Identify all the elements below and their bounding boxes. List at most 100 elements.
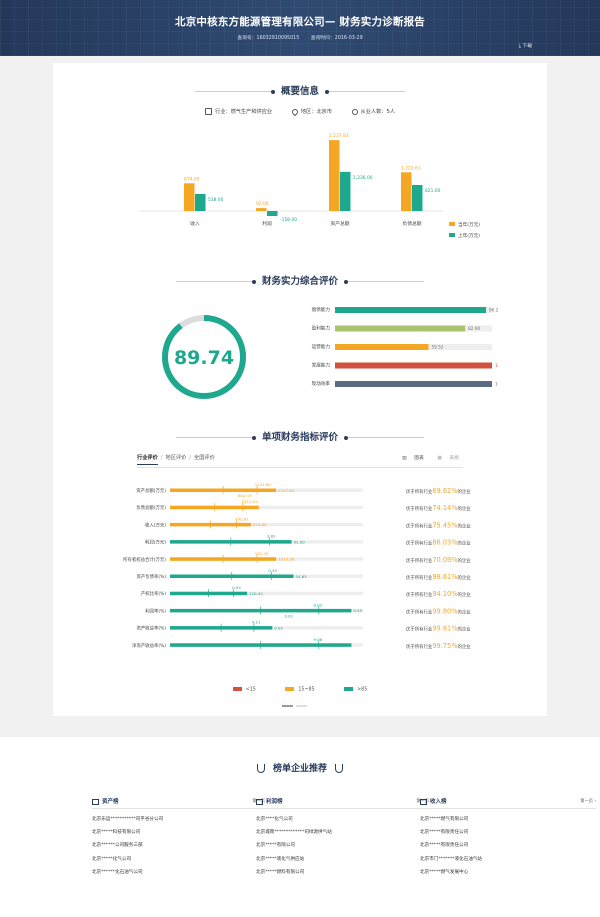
indicator-name: 利润(万元)	[145, 539, 166, 546]
indicator-value: 1222.61	[241, 499, 258, 504]
ability-label: 现动效率	[312, 380, 331, 387]
user-icon	[351, 108, 358, 115]
data-label: 821.00	[425, 188, 441, 194]
report-meta: 查询号：16032910095015 查询时间：2016-03-29	[0, 34, 600, 41]
tab-national[interactable]: 全国评价	[194, 455, 215, 461]
indicator-rank-text: 优于所有行业98.61%的企业	[406, 573, 471, 581]
indicator-value: 141.35	[255, 551, 269, 556]
score-title: 财务实力综合评价	[261, 276, 338, 287]
indicator-value: 2237.83	[278, 488, 295, 493]
category-label: 资产总额	[330, 220, 349, 227]
trophy-icon	[335, 764, 343, 773]
ability-label: 偿债能力	[312, 306, 331, 313]
indicator-rank-text: 优于所有行业69.62%的企业	[406, 487, 471, 495]
indicator-value: 9.45	[353, 608, 362, 613]
indicator-name: 资产总额(万元)	[136, 487, 166, 494]
indicator-value: 874.00	[253, 522, 267, 527]
region-item: 地区：北京市	[290, 107, 332, 116]
bar-this-year	[401, 172, 412, 211]
ranking-icon	[256, 798, 263, 805]
ability-bar	[335, 381, 492, 387]
list-item[interactable]: 北京******化石油气公司	[92, 866, 268, 879]
ability-bar	[335, 344, 429, 350]
table-icon: ▦	[437, 456, 444, 461]
list-item[interactable]: 北京*****燃料有限公司	[256, 866, 432, 879]
list-item[interactable]: 北京*****燃气有限公司	[420, 813, 596, 826]
ability-value: 96.20	[489, 308, 498, 313]
indicator-value: 0.01	[284, 613, 293, 618]
report-header: 北京中核东方能源管理有限公司— 财务实力诊断报告 查询号：16032910095…	[0, 0, 600, 56]
score-gauge: 89.74	[162, 315, 246, 399]
indicator-rank-text: 优于所有行业70.09%的企业	[406, 556, 471, 564]
tab-industry[interactable]: 行业评价	[137, 455, 158, 465]
report-title: 北京中核东方能源管理有限公司— 财务实力诊断报告	[175, 16, 425, 28]
indicator-value: 0.02	[274, 625, 283, 630]
bar-last-year	[267, 211, 278, 217]
data-label: 874.00	[184, 176, 200, 182]
list-item[interactable]: 北京城南*************司绿源供气站	[256, 826, 432, 839]
download-button[interactable]: ⤓ 下载	[519, 42, 532, 49]
indicator-name: 利润率(%)	[145, 607, 166, 614]
indicator-name: 资产负债率(%)	[136, 573, 166, 580]
table-view-button[interactable]: ▦ 表格	[431, 456, 459, 461]
list-item[interactable]: 北京市门*******液化石油气站	[420, 853, 596, 866]
list-item[interactable]: 北京*****有限责任公司	[420, 826, 596, 839]
indicator-value: 9.06	[314, 637, 323, 642]
score-value: 89.74	[174, 347, 234, 369]
recommend-title: 榜单企业推荐	[272, 764, 327, 774]
asset-ranking-header: 资产榜 第一页 ›	[92, 797, 268, 809]
indicator-rank-text: 优于所有行业99.75%的企业	[406, 642, 471, 650]
category-label: 利润	[262, 220, 272, 227]
list-item[interactable]: 北京*****液化气供应站	[256, 853, 432, 866]
ability-bar-chart: 偿债能力 96.20 盈利能力 82.90 运营能力 59.52 发展能力 100.00 现动效…	[312, 306, 498, 387]
indicator-title: 单项财务指标评价	[261, 432, 338, 443]
indicator-rank-text: 优于所有行业99.81%的企业	[406, 625, 471, 633]
report-card: 概要信息 行业：燃气生产和供应业 地区：北京市 从业人数：5人 874.00 53…	[53, 63, 547, 716]
industry-item: 行业：燃气生产和供应业	[205, 108, 272, 115]
list-item[interactable]: 北京******公司服务三部	[92, 839, 268, 852]
legend-this-year: 当年(万元)	[458, 221, 480, 228]
legend-last-year: 上年(万元)	[458, 232, 480, 239]
indicator-name: 负债总额(万元)	[136, 504, 166, 511]
indicator-rank-text: 优于所有行业99.80%的企业	[406, 607, 471, 615]
profit-ranking: 利润榜 第一页 › 北京****化气公司 北京城南*************司绿…	[256, 797, 432, 879]
ability-value: 59.52	[431, 345, 443, 350]
indicator-value: 120.42	[249, 591, 263, 596]
ability-value: 100.00	[495, 382, 498, 387]
data-label: 2,237.83	[329, 133, 349, 139]
carousel-pager[interactable]	[282, 702, 310, 709]
bar-this-year	[184, 183, 195, 211]
indicator-rank-text: 优于所有行业94.10%的企业	[406, 590, 471, 598]
list-item[interactable]: 北京*****燃气发展中心	[420, 866, 596, 879]
ability-value: 100.00	[495, 363, 498, 368]
list-item[interactable]: 北京乐运***********司平谷分公司	[92, 813, 268, 826]
bar-this-year	[329, 140, 340, 211]
recommend-title-row: 榜单企业推荐	[0, 761, 600, 774]
indicator-legend: <15 15~85 >85	[53, 687, 547, 693]
list-item[interactable]: 北京*****有限责任公司	[420, 839, 596, 852]
bar-last-year	[195, 193, 206, 211]
indicator-name: 资产收益率(%)	[136, 625, 166, 632]
indicator-value: 1121.80	[255, 482, 272, 487]
evaluation-tabs: 行业评价 / 地区评价 / 全国评价	[137, 454, 215, 465]
ability-bar	[335, 307, 487, 313]
tab-region[interactable]: 地区评价	[166, 455, 187, 461]
ability-label: 发展能力	[312, 362, 331, 369]
data-label: 1,222.61	[401, 165, 421, 171]
list-item[interactable]: 北京*****科技有限公司	[92, 826, 268, 839]
indicator-value: 54.63	[296, 574, 308, 579]
asset-ranking: 资产榜 第一页 › 北京乐运***********司平谷分公司 北京*****科…	[92, 797, 268, 879]
list-item[interactable]: 北京*****有限公司	[256, 839, 432, 852]
indicator-value: 644.43	[238, 493, 252, 498]
chart-view-button[interactable]: ▥ 图表	[396, 456, 424, 461]
location-icon	[290, 107, 299, 116]
list-item[interactable]: 北京*****化气公司	[92, 853, 268, 866]
overview-bar-chart: 874.00 538.00 收入 92.00 -158.00 利润 2,237.83 1,23…	[139, 133, 480, 239]
bar-last-year	[412, 185, 423, 211]
data-label: 92.00	[256, 201, 269, 207]
list-item[interactable]: 北京****化气公司	[256, 813, 432, 826]
employees-item: 从业人数：5人	[351, 108, 395, 115]
query-number: 查询号：16032910095015	[237, 36, 300, 41]
profit-ranking-header: 利润榜 第一页 ›	[256, 797, 432, 809]
next-page-link[interactable]: 第一页 ›	[580, 798, 596, 804]
